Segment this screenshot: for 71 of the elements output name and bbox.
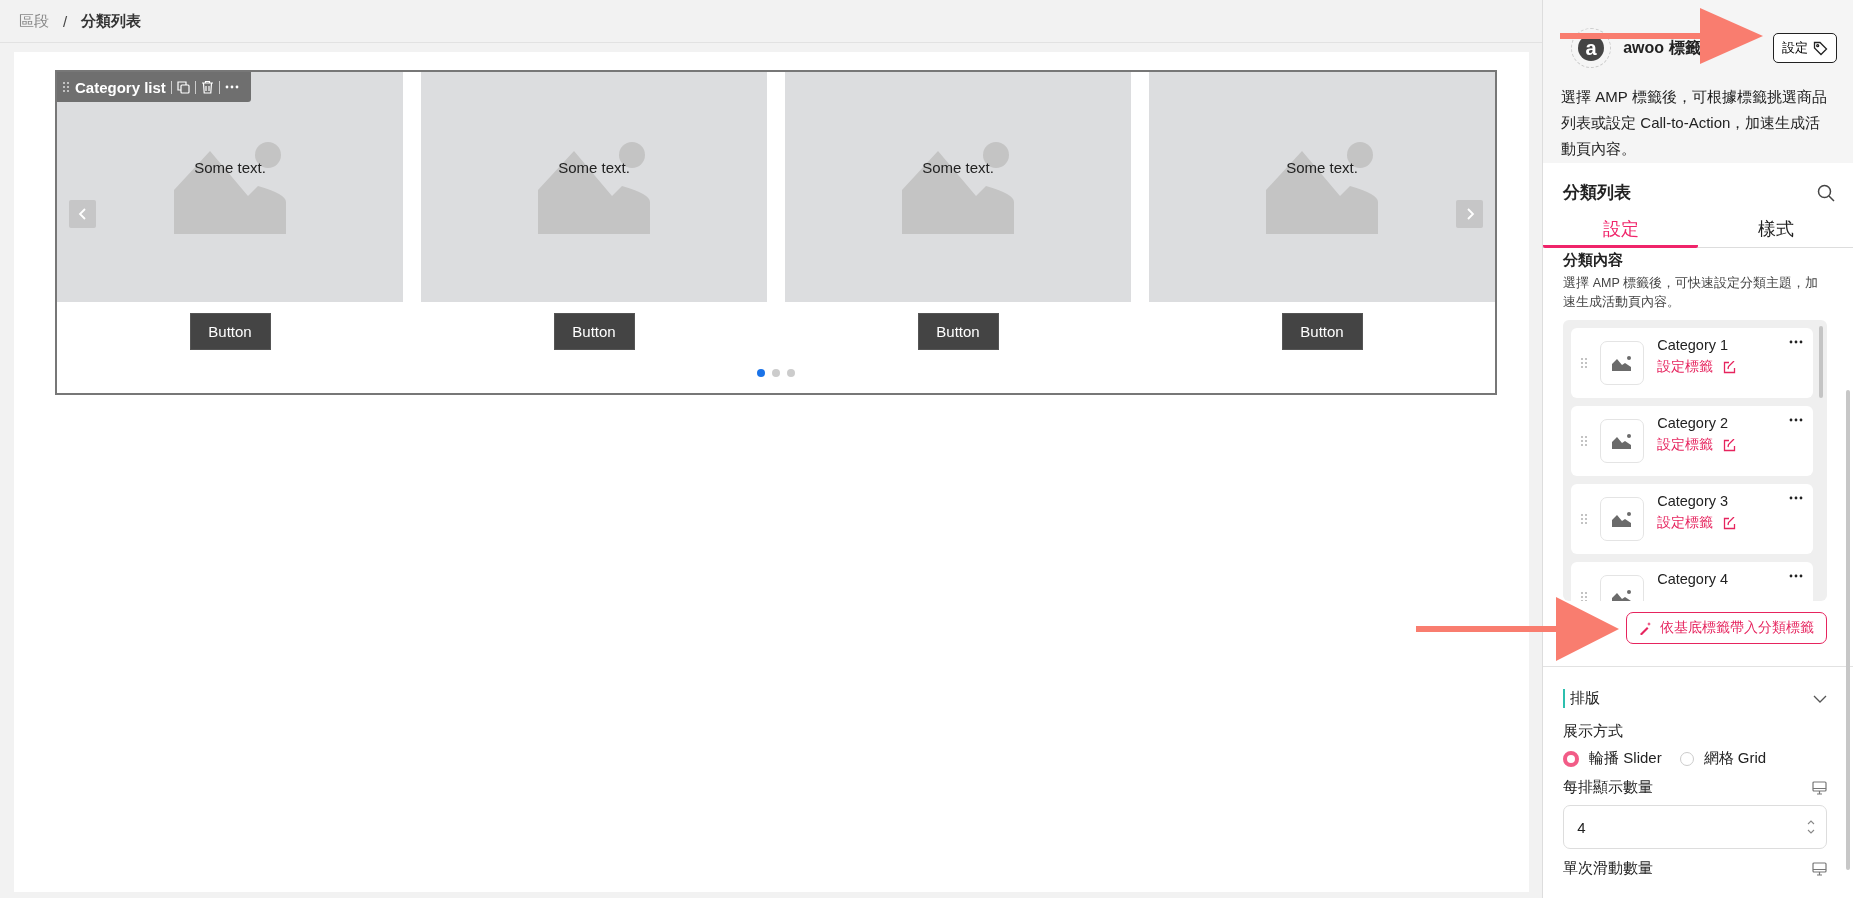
- slide-caption: Some text.: [1286, 158, 1358, 176]
- category-card[interactable]: Category 3 設定標籤: [1571, 484, 1813, 554]
- drag-handle-icon[interactable]: [62, 81, 70, 93]
- set-tag-link[interactable]: 設定標籤: [1657, 358, 1737, 376]
- drag-handle-icon[interactable]: [1581, 592, 1588, 601]
- drag-handle-icon[interactable]: [1581, 514, 1588, 524]
- pagination-dot[interactable]: [757, 369, 765, 377]
- image-icon: [902, 142, 1014, 234]
- edit-icon[interactable]: [1723, 438, 1737, 452]
- tab[interactable]: 樣式: [1698, 212, 1853, 248]
- number-input[interactable]: 4: [1563, 805, 1827, 849]
- desktop-icon[interactable]: [1812, 861, 1827, 876]
- slide-caption: Some text.: [922, 158, 994, 176]
- set-tag-link[interactable]: 設定標籤: [1657, 514, 1737, 532]
- magic-wand-icon[interactable]: [1639, 621, 1653, 635]
- radio-option[interactable]: 輪播 Slider: [1563, 749, 1662, 768]
- radio-button[interactable]: [1563, 750, 1580, 767]
- search-icon[interactable]: [1817, 183, 1835, 202]
- section-description: 選擇 AMP 標籤後，可快速設定分類主題，加速生成活動頁內容。: [1563, 275, 1819, 311]
- section-title: 分類內容: [1563, 251, 1625, 270]
- drag-handle-icon[interactable]: [1581, 436, 1588, 446]
- image-thumbnail[interactable]: [1600, 497, 1645, 541]
- copy-icon[interactable]: [176, 80, 190, 94]
- carousel-block[interactable]: Category list Some text. Button Some text. Button Some text. Button Some text. Button: [55, 70, 1497, 395]
- image-icon: [1266, 142, 1378, 234]
- category-card[interactable]: Category 1 設定標籤: [1571, 328, 1813, 398]
- desktop-icon[interactable]: [1812, 780, 1827, 795]
- stepper-icon[interactable]: [1806, 818, 1816, 836]
- slide-button[interactable]: Button: [1281, 313, 1363, 350]
- image-icon: [538, 142, 650, 234]
- block-title: Category list: [75, 78, 166, 96]
- slide-caption: Some text.: [558, 158, 630, 176]
- trash-icon[interactable]: [200, 80, 214, 94]
- pagination-dot[interactable]: [787, 369, 795, 377]
- slide-button[interactable]: Button: [553, 313, 635, 350]
- image-icon: [174, 142, 286, 234]
- section-title: 排版: [1563, 689, 1601, 708]
- brand-name: awoo 標籤: [1623, 37, 1702, 58]
- category-card[interactable]: Category 2 設定標籤: [1571, 406, 1813, 476]
- category-name: Category 3: [1657, 493, 1729, 509]
- field-label: 展示方式: [1563, 722, 1625, 741]
- image-thumbnail[interactable]: [1600, 419, 1645, 463]
- category-name: Category 4: [1657, 571, 1729, 587]
- radio-option[interactable]: 網格 Grid: [1679, 749, 1767, 768]
- tag-icon[interactable]: [1813, 40, 1828, 56]
- settings-button[interactable]: 設定: [1773, 33, 1837, 63]
- panel-title: 分類列表: [1563, 182, 1632, 204]
- more-icon[interactable]: [1789, 340, 1803, 344]
- tab[interactable]: 設定: [1543, 212, 1699, 248]
- image-thumbnail[interactable]: [1600, 341, 1645, 385]
- category-card[interactable]: Category 4: [1571, 562, 1813, 601]
- edit-icon[interactable]: [1723, 516, 1737, 530]
- edit-icon[interactable]: [1723, 360, 1737, 374]
- brand-description: 選擇 AMP 標籤後，可根據標籤挑選商品列表或設定 Call-to-Action，加速生成活動頁內容。: [1561, 87, 1828, 159]
- more-icon[interactable]: [1789, 418, 1803, 422]
- slide-button[interactable]: Button: [189, 313, 271, 350]
- field-label: 單次滑動數量: [1563, 859, 1654, 878]
- field-label: 每排顯示數量: [1563, 778, 1654, 797]
- more-icon[interactable]: [1789, 496, 1803, 500]
- breadcrumb-separator: /: [63, 12, 68, 30]
- more-icon[interactable]: [1789, 574, 1803, 578]
- category-name: Category 2: [1657, 415, 1729, 431]
- slide-button[interactable]: Button: [917, 313, 999, 350]
- pagination-dot[interactable]: [772, 369, 780, 377]
- breadcrumb-item: 分類列表: [81, 11, 142, 31]
- drag-handle-icon[interactable]: [1581, 358, 1588, 368]
- set-tag-link[interactable]: 設定標籤: [1657, 436, 1737, 454]
- import-tags-button[interactable]: 依基底標籤帶入分類標籤: [1626, 612, 1827, 644]
- chevron-icon[interactable]: [1813, 694, 1827, 703]
- slide-caption: Some text.: [194, 158, 266, 176]
- category-name: Category 1: [1657, 337, 1729, 353]
